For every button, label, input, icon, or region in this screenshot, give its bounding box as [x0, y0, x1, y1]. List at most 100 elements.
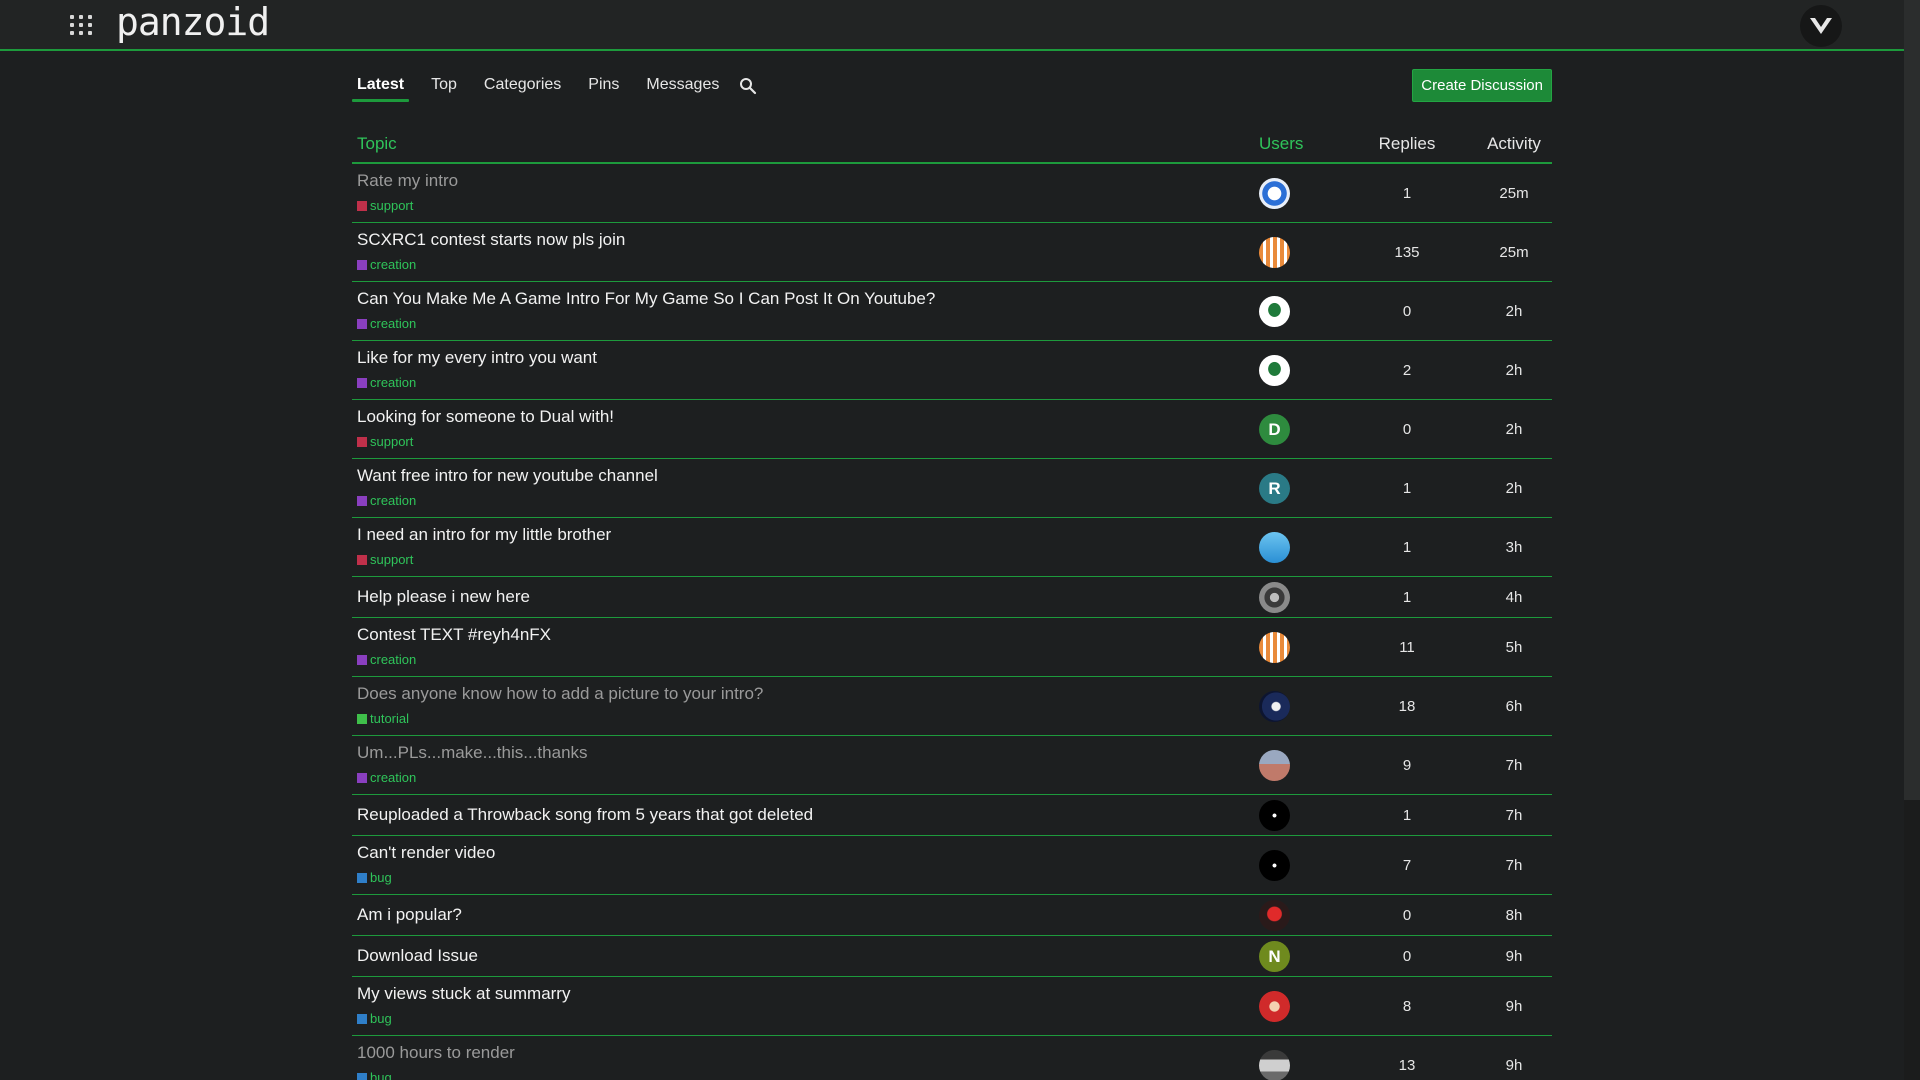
table-row[interactable]: 1000 hours to render bug 13 9h — [352, 1036, 1552, 1080]
category-tag[interactable]: creation — [357, 257, 416, 272]
table-row[interactable]: Am i popular? 0 8h — [352, 895, 1552, 936]
topic-title[interactable]: Download Issue — [357, 946, 478, 966]
topic-title[interactable]: Rate my intro — [357, 171, 458, 191]
category-swatch — [357, 554, 367, 565]
avatar[interactable] — [1259, 582, 1290, 613]
reply-count: 0 — [1402, 421, 1412, 438]
tab-categories[interactable]: Categories — [479, 72, 566, 102]
category-tag[interactable]: bug — [357, 1011, 392, 1026]
category-tag[interactable]: creation — [357, 493, 416, 508]
header-users[interactable]: Users — [1259, 134, 1303, 154]
avatar[interactable] — [1259, 1050, 1290, 1080]
header-topic[interactable]: Topic — [357, 134, 397, 154]
avatar[interactable] — [1259, 532, 1290, 563]
reply-count: 13 — [1398, 1057, 1416, 1074]
create-discussion-button[interactable]: Create Discussion — [1412, 69, 1552, 102]
table-row[interactable]: Looking for someone to Dual with! suppor… — [352, 400, 1552, 459]
tab-latest[interactable]: Latest — [352, 72, 410, 102]
activity-time: 2h — [1505, 421, 1523, 438]
category-swatch — [357, 872, 367, 883]
reply-count: 135 — [1394, 244, 1420, 261]
avatar[interactable]: D — [1259, 414, 1290, 445]
tab-top[interactable]: Top — [426, 72, 462, 102]
tab-pins[interactable]: Pins — [583, 72, 624, 102]
table-row[interactable]: I need an intro for my little brother su… — [352, 518, 1552, 577]
category-tag[interactable]: bug — [357, 1070, 392, 1080]
chevron-emblem-icon — [1810, 18, 1832, 34]
table-row[interactable]: Reuploaded a Throwback song from 5 years… — [352, 795, 1552, 836]
table-header: Topic Users Replies Activity — [352, 128, 1552, 164]
header-replies[interactable]: Replies — [1362, 134, 1452, 154]
tab-messages[interactable]: Messages — [641, 72, 724, 102]
category-tag[interactable]: support — [357, 434, 413, 449]
avatar[interactable] — [1259, 178, 1290, 209]
site-logo[interactable]: panzoid — [116, 0, 270, 44]
activity-time: 2h — [1505, 303, 1523, 320]
avatar[interactable] — [1259, 632, 1290, 663]
category-tag[interactable]: creation — [357, 770, 416, 785]
table-row[interactable]: Does anyone know how to add a picture to… — [352, 677, 1552, 736]
table-row[interactable]: Like for my every intro you want creatio… — [352, 341, 1552, 400]
avatar[interactable]: N — [1259, 941, 1290, 972]
reply-count: 8 — [1402, 998, 1412, 1015]
topic-title[interactable]: SCXRC1 contest starts now pls join — [357, 230, 625, 250]
category-tag[interactable]: creation — [357, 316, 416, 331]
category-swatch — [357, 1072, 367, 1080]
table-row[interactable]: Can't render video bug 7 7h — [352, 836, 1552, 895]
avatar[interactable] — [1259, 691, 1290, 722]
avatar[interactable] — [1259, 296, 1290, 327]
activity-time: 9h — [1505, 948, 1523, 965]
topic-title[interactable]: Help please i new here — [357, 587, 530, 607]
activity-time: 25m — [1499, 185, 1529, 202]
activity-time: 7h — [1505, 757, 1523, 774]
table-row[interactable]: Want free intro for new youtube channel … — [352, 459, 1552, 518]
topic-title[interactable]: Contest TEXT #reyh4nFX — [357, 625, 551, 645]
avatar[interactable] — [1259, 991, 1290, 1022]
topic-title[interactable]: Can You Make Me A Game Intro For My Game… — [357, 289, 935, 309]
table-row[interactable]: Help please i new here 1 4h — [352, 577, 1552, 618]
avatar[interactable] — [1259, 800, 1290, 831]
table-row[interactable]: My views stuck at summarry bug 8 9h — [352, 977, 1552, 1036]
profile-icon[interactable] — [1800, 5, 1842, 47]
avatar[interactable] — [1259, 900, 1290, 931]
grid-icon[interactable] — [70, 15, 94, 37]
topic-title[interactable]: Want free intro for new youtube channel — [357, 466, 658, 486]
table-row[interactable]: Contest TEXT #reyh4nFX creation 11 5h — [352, 618, 1552, 677]
topic-title[interactable]: Reuploaded a Throwback song from 5 years… — [357, 805, 813, 825]
table-row[interactable]: Download Issue N 0 9h — [352, 936, 1552, 977]
avatar[interactable] — [1259, 850, 1290, 881]
topic-title[interactable]: Am i popular? — [357, 905, 462, 925]
category-tag[interactable]: tutorial — [357, 711, 409, 726]
table-row[interactable]: Can You Make Me A Game Intro For My Game… — [352, 282, 1552, 341]
category-tag[interactable]: creation — [357, 375, 416, 390]
topic-title[interactable]: Does anyone know how to add a picture to… — [357, 684, 763, 704]
topic-title[interactable]: I need an intro for my little brother — [357, 525, 611, 545]
category-tag[interactable]: support — [357, 552, 413, 567]
topic-title[interactable]: Looking for someone to Dual with! — [357, 407, 614, 427]
reply-count: 11 — [1399, 639, 1415, 656]
category-label: creation — [370, 652, 417, 667]
category-label: creation — [370, 316, 417, 331]
topic-title[interactable]: My views stuck at summarry — [357, 984, 570, 1004]
category-swatch — [357, 259, 367, 270]
avatar[interactable] — [1259, 355, 1290, 386]
scrollbar-thumb[interactable] — [1904, 0, 1920, 800]
category-tag[interactable]: creation — [357, 652, 416, 667]
table-row[interactable]: Um...PLs...make...this...thanks creation… — [352, 736, 1552, 795]
category-tag[interactable]: support — [357, 198, 413, 213]
topic-title[interactable]: Um...PLs...make...this...thanks — [357, 743, 588, 763]
avatar[interactable] — [1259, 237, 1290, 268]
activity-time: 9h — [1505, 1057, 1523, 1074]
topic-title[interactable]: 1000 hours to render — [357, 1043, 515, 1063]
reply-count: 0 — [1402, 303, 1412, 320]
topic-title[interactable]: Like for my every intro you want — [357, 348, 597, 368]
table-row[interactable]: Rate my intro support 1 25m — [352, 164, 1552, 223]
category-tag[interactable]: bug — [357, 870, 392, 885]
topic-title[interactable]: Can't render video — [357, 843, 495, 863]
avatar[interactable] — [1259, 750, 1290, 781]
header-activity[interactable]: Activity — [1469, 134, 1559, 154]
search-icon[interactable] — [739, 77, 757, 95]
table-row[interactable]: SCXRC1 contest starts now pls join creat… — [352, 223, 1552, 282]
category-label: support — [370, 434, 414, 449]
avatar[interactable]: R — [1259, 473, 1290, 504]
